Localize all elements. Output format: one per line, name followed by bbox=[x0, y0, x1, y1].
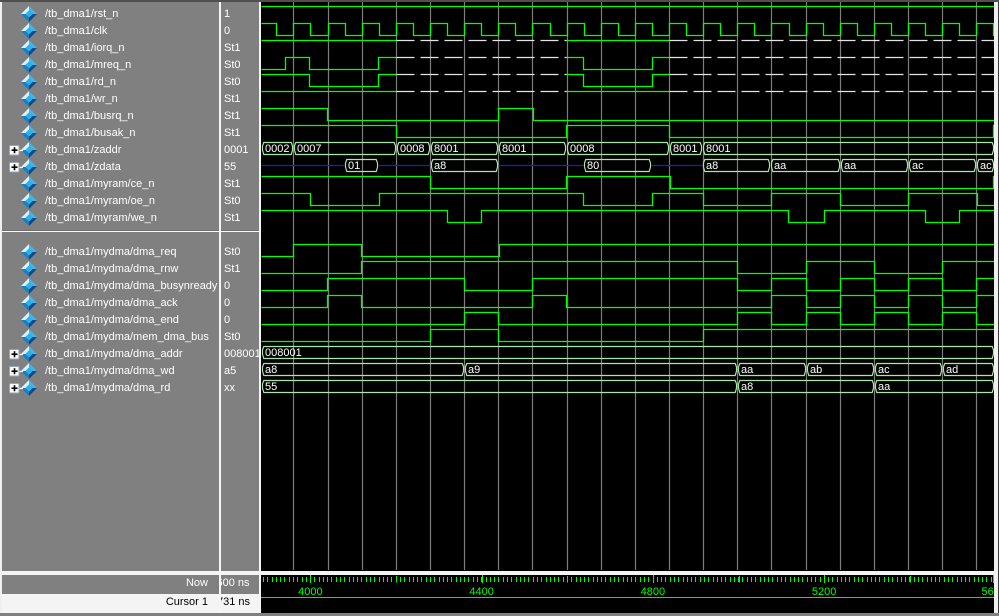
svg-text:ac: ac bbox=[980, 160, 992, 172]
svg-text:55: 55 bbox=[265, 381, 277, 393]
svg-text:ac: ac bbox=[912, 160, 924, 172]
svg-text:a9: a9 bbox=[468, 364, 480, 376]
svg-text:aa: aa bbox=[844, 160, 857, 172]
svg-text:a8: a8 bbox=[741, 381, 753, 393]
svg-text:ab: ab bbox=[810, 364, 822, 376]
svg-text:0008: 0008 bbox=[400, 143, 424, 155]
svg-text:0008: 0008 bbox=[570, 143, 594, 155]
svg-text:56: 56 bbox=[982, 586, 994, 598]
svg-text:80: 80 bbox=[587, 160, 599, 172]
svg-text:ad: ad bbox=[946, 364, 958, 376]
svg-text:aa: aa bbox=[774, 160, 787, 172]
svg-text:aa: aa bbox=[878, 381, 891, 393]
svg-text:008001: 008001 bbox=[265, 347, 302, 359]
svg-text:a8: a8 bbox=[434, 160, 446, 172]
svg-text:a8: a8 bbox=[265, 364, 277, 376]
svg-text:0007: 0007 bbox=[297, 143, 321, 155]
svg-text:ac: ac bbox=[878, 364, 890, 376]
svg-text:a8: a8 bbox=[706, 160, 718, 172]
svg-text:01: 01 bbox=[348, 160, 360, 172]
svg-text:8001: 8001 bbox=[706, 143, 730, 155]
svg-text:8001: 8001 bbox=[673, 143, 697, 155]
svg-text:5200: 5200 bbox=[812, 586, 836, 598]
svg-text:4800: 4800 bbox=[641, 586, 665, 598]
svg-text:0002: 0002 bbox=[265, 143, 289, 155]
svg-text:8001: 8001 bbox=[434, 143, 458, 155]
svg-text:8001: 8001 bbox=[502, 143, 526, 155]
svg-text:4400: 4400 bbox=[469, 586, 493, 598]
svg-text:4000: 4000 bbox=[298, 586, 322, 598]
svg-text:aa: aa bbox=[741, 364, 754, 376]
